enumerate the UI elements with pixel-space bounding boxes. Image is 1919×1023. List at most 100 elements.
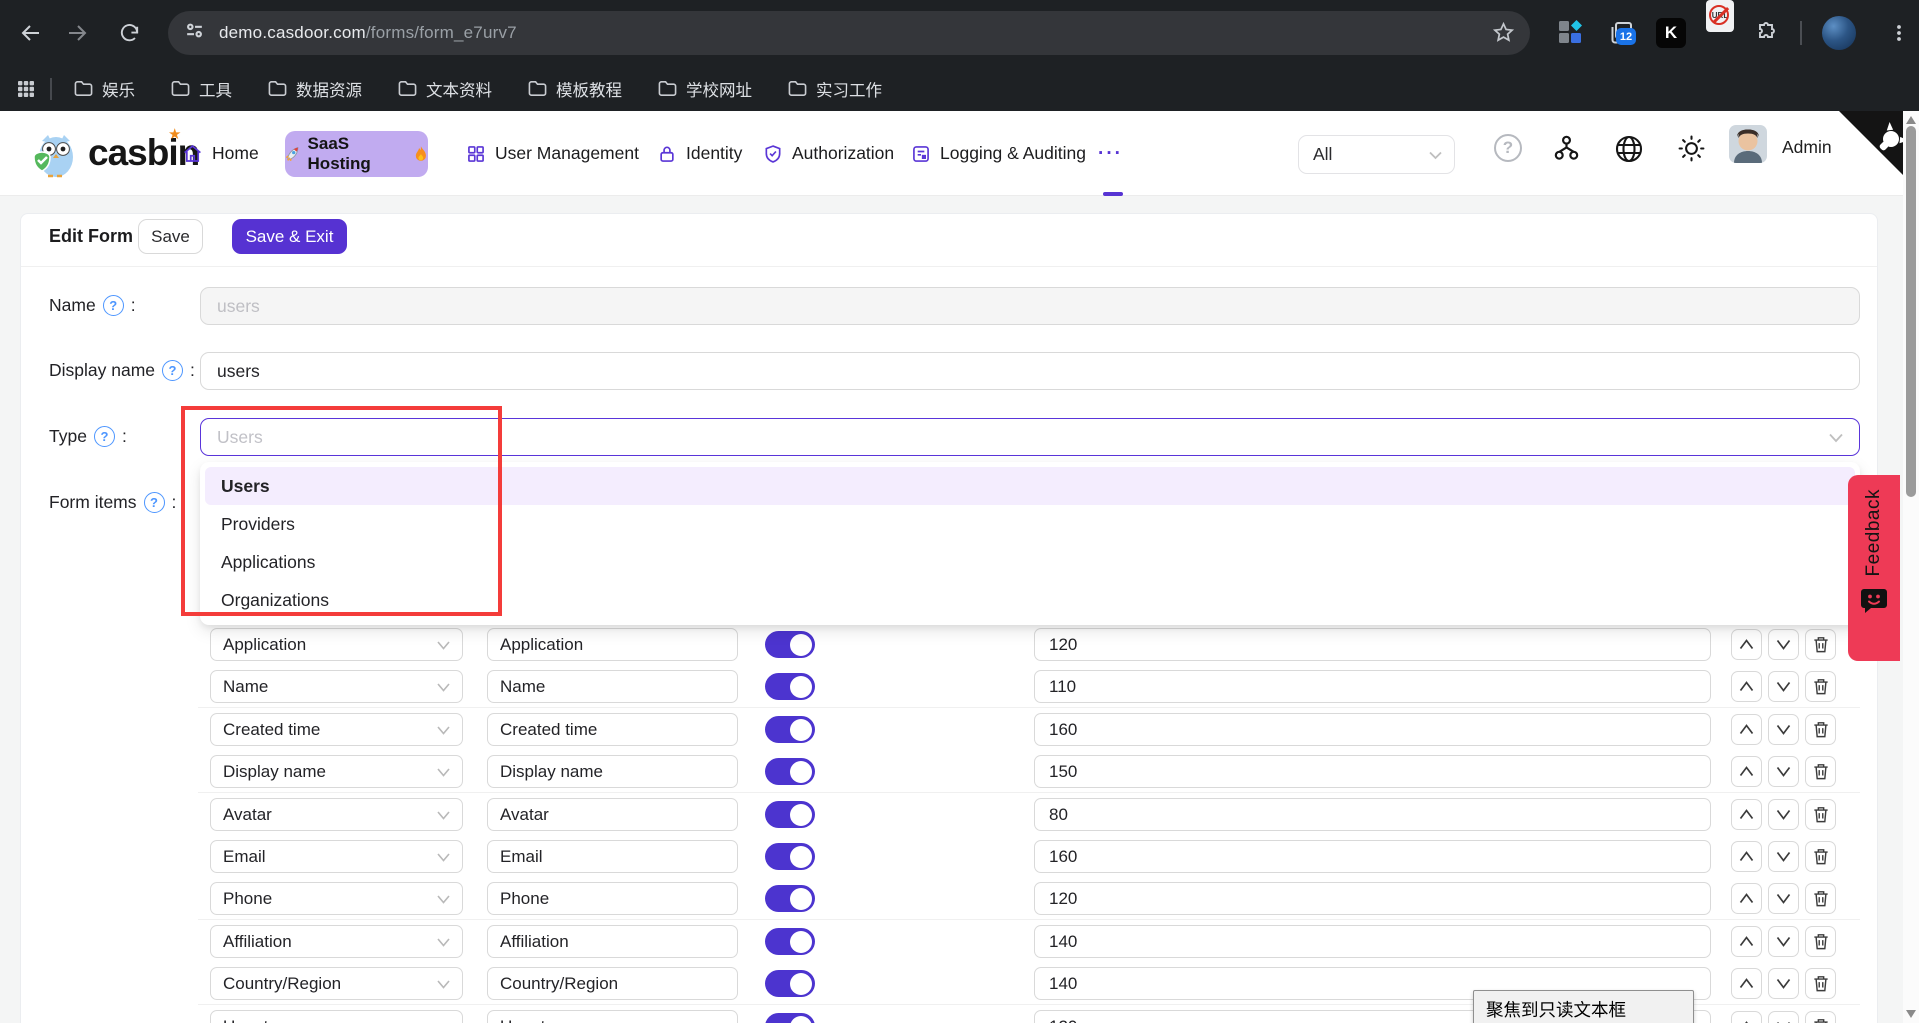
bookmark-star-icon[interactable] — [1492, 21, 1515, 49]
scrollbar-thumb[interactable] — [1906, 126, 1916, 497]
bookmark-folder[interactable]: 数据资源 — [268, 77, 362, 101]
delete-button[interactable] — [1805, 841, 1836, 872]
move-up-button[interactable] — [1731, 841, 1762, 872]
visible-toggle[interactable] — [765, 631, 815, 658]
width-input[interactable]: 160 — [1034, 840, 1711, 873]
bookmark-folder[interactable]: 娱乐 — [74, 77, 135, 101]
nav-saas-hosting[interactable]: SaaS Hosting — [285, 131, 428, 177]
nav-home[interactable]: Home — [182, 111, 259, 196]
move-down-button[interactable] — [1768, 926, 1799, 957]
width-input[interactable]: 110 — [1034, 670, 1711, 703]
width-input[interactable]: 140 — [1034, 925, 1711, 958]
item-display-name-input[interactable]: Name — [487, 670, 738, 703]
delete-button[interactable] — [1805, 756, 1836, 787]
forward-icon[interactable] — [60, 16, 94, 50]
item-display-name-input[interactable]: Application — [487, 628, 738, 661]
save-button[interactable]: Save — [138, 219, 203, 254]
delete-button[interactable] — [1805, 883, 1836, 914]
move-down-button[interactable] — [1768, 714, 1799, 745]
nav-user-management[interactable]: User Management — [466, 111, 639, 196]
move-up-button[interactable] — [1731, 926, 1762, 957]
nav-overflow-menu[interactable]: ··· — [1098, 111, 1123, 196]
apps-grid-icon[interactable] — [16, 79, 36, 99]
move-up-button[interactable] — [1731, 756, 1762, 787]
item-display-name-input[interactable]: Created time — [487, 713, 738, 746]
delete-button[interactable] — [1805, 926, 1836, 957]
visible-toggle[interactable] — [765, 928, 815, 955]
theme-sun-icon[interactable] — [1677, 134, 1706, 168]
item-name-select[interactable]: Name — [210, 670, 463, 703]
move-down-button[interactable] — [1768, 968, 1799, 999]
address-bar[interactable]: demo.casdoor.com/forms/form_e7urv7 — [168, 11, 1530, 55]
delete-button[interactable] — [1805, 1011, 1836, 1023]
move-up-button[interactable] — [1731, 1011, 1762, 1023]
item-name-select[interactable]: Created time — [210, 713, 463, 746]
browser-menu-icon[interactable] — [1882, 16, 1916, 50]
dropdown-option[interactable]: Providers — [205, 505, 1855, 543]
move-down-button[interactable] — [1768, 756, 1799, 787]
dropdown-option[interactable]: Applications — [205, 543, 1855, 581]
type-select[interactable]: Users — [200, 418, 1860, 456]
save-exit-button[interactable]: Save & Exit — [232, 219, 347, 254]
organization-select[interactable]: All — [1298, 135, 1455, 174]
move-up-button[interactable] — [1731, 629, 1762, 660]
delete-button[interactable] — [1805, 671, 1836, 702]
language-globe-icon[interactable] — [1614, 134, 1644, 169]
visible-toggle[interactable] — [765, 843, 815, 870]
item-name-select[interactable]: Avatar — [210, 798, 463, 831]
move-up-button[interactable] — [1731, 799, 1762, 830]
bookmark-folder[interactable]: 实习工作 — [788, 77, 882, 101]
type-help-icon[interactable]: ? — [94, 426, 115, 447]
width-input[interactable]: 160 — [1034, 713, 1711, 746]
nav-authorization[interactable]: Authorization — [763, 111, 894, 196]
sitemap-icon[interactable] — [1552, 134, 1581, 168]
item-display-name-input[interactable]: Country/Region — [487, 967, 738, 1000]
move-up-button[interactable] — [1731, 671, 1762, 702]
form-items-help-icon[interactable]: ? — [144, 492, 165, 513]
visible-toggle[interactable] — [765, 673, 815, 700]
dropdown-option[interactable]: Organizations — [205, 581, 1855, 619]
scrollbar-down-arrow[interactable] — [1906, 1010, 1916, 1018]
tab-manager-icon[interactable]: 12 — [1604, 16, 1638, 50]
name-help-icon[interactable]: ? — [103, 295, 124, 316]
move-up-button[interactable] — [1731, 968, 1762, 999]
delete-button[interactable] — [1805, 968, 1836, 999]
scrollbar-up-arrow[interactable] — [1906, 116, 1916, 124]
item-display-name-input[interactable]: User type — [487, 1010, 738, 1023]
site-settings-icon[interactable] — [184, 20, 205, 46]
item-name-select[interactable]: Email — [210, 840, 463, 873]
back-icon[interactable] — [14, 16, 48, 50]
extension-k-icon[interactable]: K — [1656, 18, 1686, 48]
extensions-puzzle-icon[interactable] — [1750, 16, 1784, 50]
item-display-name-input[interactable]: Email — [487, 840, 738, 873]
bookmark-folder[interactable]: 学校网址 — [658, 77, 752, 101]
item-name-select[interactable]: Country/Region — [210, 967, 463, 1000]
reload-icon[interactable] — [112, 16, 146, 50]
delete-button[interactable] — [1805, 799, 1836, 830]
visible-toggle[interactable] — [765, 885, 815, 912]
page-scrollbar[interactable] — [1903, 111, 1919, 1023]
item-name-select[interactable]: Application — [210, 628, 463, 661]
width-input[interactable]: 150 — [1034, 755, 1711, 788]
nav-logging-auditing[interactable]: Logging & Auditing — [911, 111, 1086, 196]
feedback-tab[interactable]: Feedback — [1848, 475, 1900, 661]
visible-toggle[interactable] — [765, 1013, 815, 1023]
username-label[interactable]: Admin — [1782, 137, 1832, 158]
item-name-select[interactable]: Display name — [210, 755, 463, 788]
item-display-name-input[interactable]: Avatar — [487, 798, 738, 831]
url-blocker-icon[interactable]: URL — [1706, 0, 1734, 32]
nav-identity[interactable]: Identity — [657, 111, 742, 196]
display-name-input[interactable]: users — [200, 352, 1860, 390]
item-name-select[interactable]: User type — [210, 1010, 463, 1023]
display-name-help-icon[interactable]: ? — [162, 360, 183, 381]
delete-button[interactable] — [1805, 629, 1836, 660]
width-input[interactable]: 120 — [1034, 882, 1711, 915]
browser-profile-avatar[interactable] — [1822, 16, 1856, 50]
item-name-select[interactable]: Phone — [210, 882, 463, 915]
bookmark-folder[interactable]: 工具 — [171, 77, 232, 101]
move-down-button[interactable] — [1768, 1011, 1799, 1023]
move-up-button[interactable] — [1731, 714, 1762, 745]
item-display-name-input[interactable]: Display name — [487, 755, 738, 788]
item-display-name-input[interactable]: Affiliation — [487, 925, 738, 958]
user-avatar[interactable] — [1729, 125, 1767, 163]
